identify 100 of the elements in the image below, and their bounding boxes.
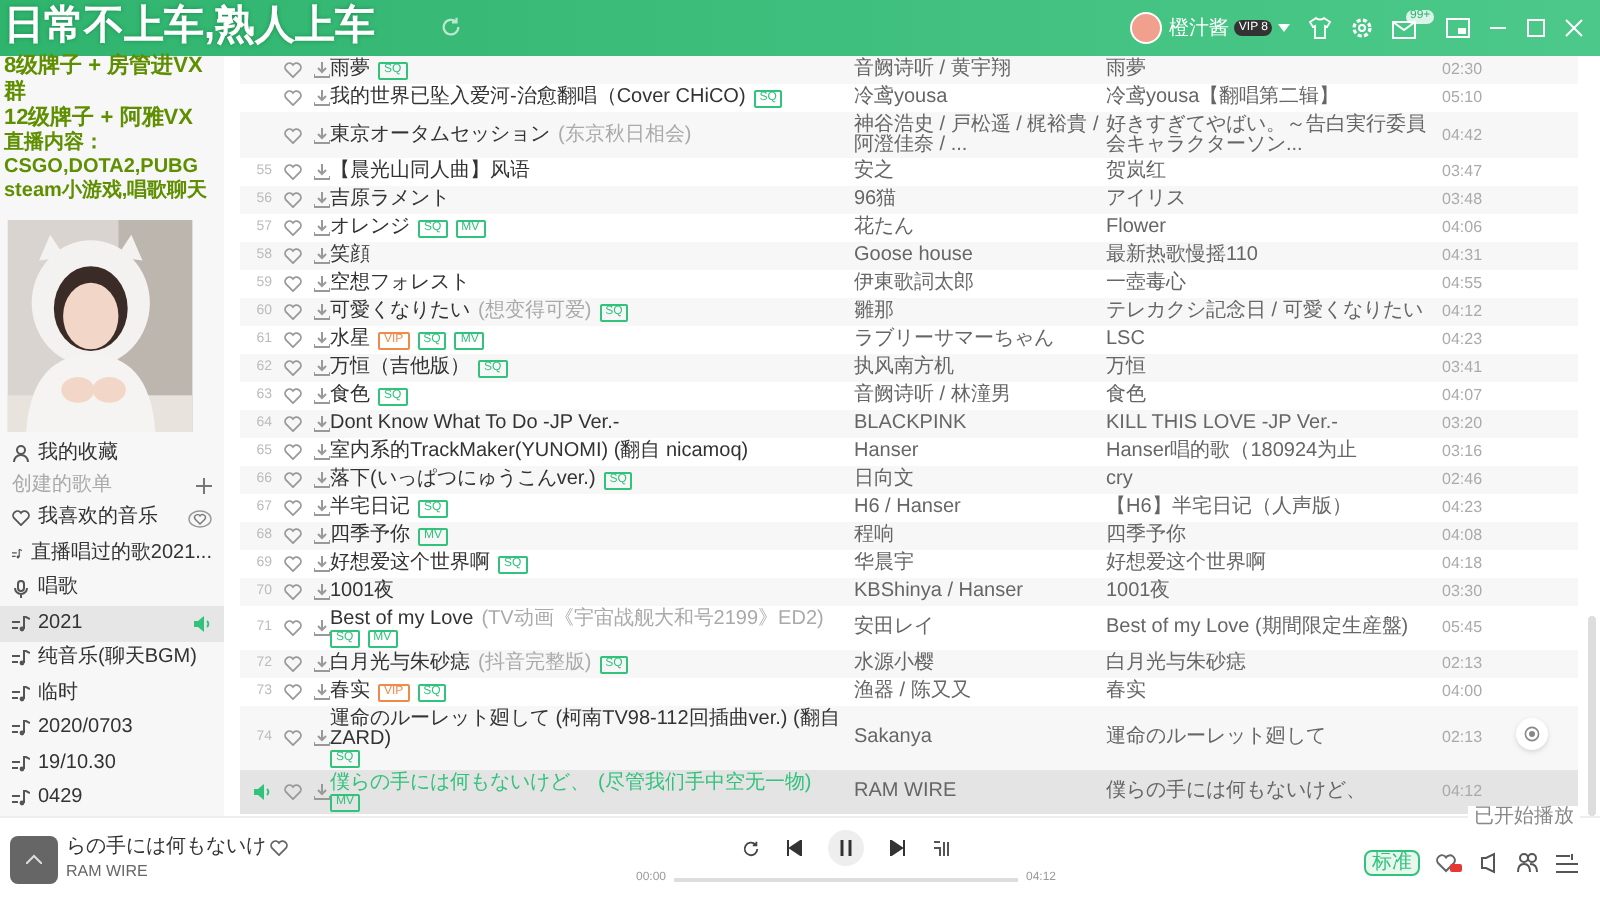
caret-icon[interactable]: [1278, 24, 1290, 32]
album-cell[interactable]: 雨夢: [1106, 60, 1442, 80]
download-icon[interactable]: [314, 528, 330, 544]
song-title[interactable]: 可愛くなりたい: [330, 302, 470, 322]
expand-icon[interactable]: [26, 854, 42, 864]
scrollbar[interactable]: [1588, 616, 1596, 816]
sidebar-item[interactable]: 2020/0703: [0, 711, 224, 746]
pause-button[interactable]: [828, 830, 864, 866]
heart-mode-icon[interactable]: [188, 509, 212, 528]
previous-icon[interactable]: [786, 840, 802, 856]
sidebar-item[interactable]: 2021: [0, 606, 224, 641]
singer-cell[interactable]: Goose house: [854, 246, 1106, 266]
singer-cell[interactable]: ラブリーサマーちゃん: [854, 330, 1106, 350]
song-title[interactable]: 【晨光山同人曲】风语: [330, 162, 530, 182]
playlist-icon[interactable]: [1556, 853, 1578, 873]
album-cell[interactable]: テレカクシ記念日 / 可愛くなりたい: [1106, 302, 1442, 322]
singer-cell[interactable]: KBShinya / Hanser: [854, 582, 1106, 602]
download-icon[interactable]: [314, 304, 330, 320]
song-title[interactable]: 半宅日记: [330, 498, 410, 518]
download-icon[interactable]: [314, 556, 330, 572]
download-icon[interactable]: [314, 500, 330, 516]
download-icon[interactable]: [314, 472, 330, 488]
mini-mode-icon[interactable]: [1446, 17, 1470, 39]
album-cell[interactable]: KILL THIS LOVE -JP Ver.-: [1106, 414, 1442, 434]
song-title[interactable]: 白月光与朱砂痣: [330, 654, 470, 674]
song-title[interactable]: 室内系的TrackMaker(YUNOMI) (翻自 nicamoq): [330, 442, 749, 462]
sidebar-item[interactable]: 纯音乐(聊天BGM): [0, 641, 224, 676]
mail-icon[interactable]: [1392, 17, 1416, 39]
album-cell[interactable]: アイリス: [1106, 190, 1442, 210]
singer-cell[interactable]: 日向文: [854, 470, 1106, 490]
maximize-icon[interactable]: [1526, 18, 1546, 38]
album-cell[interactable]: 一壺毒心: [1106, 274, 1442, 294]
song-title[interactable]: 我的世界已坠入爱河-治愈翻唱（Cover CHiCO): [330, 88, 746, 108]
album-cell[interactable]: 僕らの手には何もないけど、: [1106, 782, 1442, 802]
download-icon[interactable]: [314, 784, 330, 800]
singer-cell[interactable]: Sakanya: [854, 728, 1106, 748]
add-icon[interactable]: [196, 477, 212, 494]
heart-icon[interactable]: [284, 127, 302, 143]
shirt-icon[interactable]: [1308, 16, 1332, 40]
download-icon[interactable]: [314, 62, 330, 78]
album-cell[interactable]: 最新热歌慢摇110: [1106, 246, 1442, 266]
download-icon[interactable]: [314, 730, 330, 746]
singer-cell[interactable]: H6 / Hanser: [854, 498, 1106, 518]
sidebar-item[interactable]: 唱歌: [0, 571, 224, 606]
album-cell[interactable]: 【H6】半宅日记（人声版）: [1106, 498, 1442, 518]
song-title[interactable]: Best of my Love: [330, 609, 474, 629]
singer-cell[interactable]: BLACKPINK: [854, 414, 1106, 434]
song-title[interactable]: 落下(いっぱつにゅうこんver.): [330, 470, 596, 490]
album-cell[interactable]: 四季予你: [1106, 526, 1442, 546]
album-cell[interactable]: 好きすぎてやばい。～告白実行委員会キャラクターソン...: [1106, 115, 1442, 155]
song-title[interactable]: 吉原ラメント: [330, 190, 450, 210]
sidebar-item[interactable]: 直播唱过的歌2021...: [0, 536, 224, 571]
lyrics-icon[interactable]: [932, 839, 950, 857]
album-cell[interactable]: 食色: [1106, 386, 1442, 406]
album-cell[interactable]: Flower: [1106, 218, 1442, 238]
download-icon[interactable]: [314, 127, 330, 143]
close-icon[interactable]: [1564, 18, 1584, 38]
singer-cell[interactable]: 华晨宇: [854, 554, 1106, 574]
download-icon[interactable]: [314, 620, 330, 636]
download-icon[interactable]: [314, 90, 330, 106]
singer-cell[interactable]: 雛那: [854, 302, 1106, 322]
album-cell[interactable]: Hanser唱的歌（180924为止: [1106, 442, 1442, 462]
song-title[interactable]: 空想フォレスト: [330, 274, 470, 294]
album-cell[interactable]: 1001夜: [1106, 582, 1442, 602]
heart-icon[interactable]: [270, 840, 288, 856]
next-icon[interactable]: [890, 840, 906, 856]
download-icon[interactable]: [314, 248, 330, 264]
download-icon[interactable]: [314, 684, 330, 700]
song-title[interactable]: 運命のルーレット廻して (柯南TV98-112回插曲ver.) (翻自 ZARD): [330, 709, 846, 749]
album-cell[interactable]: 好想爱这个世界啊: [1106, 554, 1442, 574]
avatar[interactable]: [1130, 12, 1163, 44]
download-icon[interactable]: [314, 388, 330, 404]
singer-cell[interactable]: 音阙诗听 / 黄宇翔: [854, 60, 1106, 80]
download-icon[interactable]: [314, 276, 330, 292]
singer-cell[interactable]: 音阙诗听 / 林潼男: [854, 386, 1106, 406]
singer-cell[interactable]: 花たん: [854, 218, 1106, 238]
settings-icon[interactable]: [1350, 16, 1374, 40]
heart-icon[interactable]: [284, 730, 302, 746]
sidebar-item[interactable]: 我的收藏: [38, 443, 118, 464]
album-cell[interactable]: LSC: [1106, 330, 1442, 350]
song-title[interactable]: Dont Know What To Do -JP Ver.-: [330, 414, 620, 434]
song-title[interactable]: 雨夢: [330, 60, 370, 80]
heart-icon[interactable]: [284, 620, 302, 636]
download-icon[interactable]: [314, 656, 330, 672]
song-title[interactable]: オレンジ: [330, 218, 410, 238]
song-title[interactable]: 四季予你: [330, 526, 410, 546]
singer-cell[interactable]: 安之: [854, 162, 1106, 182]
album-cell[interactable]: 冷鸢yousa【翻唱第二辑】: [1106, 88, 1442, 108]
singer-cell[interactable]: Hanser: [854, 442, 1106, 462]
sidebar-item[interactable]: 0429: [0, 781, 224, 816]
singer-cell[interactable]: 神谷浩史 / 戸松遥 / 梶裕貴 / 阿澄佳奈 / ...: [854, 115, 1106, 155]
song-title[interactable]: 水星: [330, 330, 370, 350]
people-icon[interactable]: [1516, 852, 1540, 874]
album-cell[interactable]: cry: [1106, 470, 1442, 490]
download-icon[interactable]: [314, 220, 330, 236]
song-title[interactable]: 1001夜: [330, 582, 395, 602]
sidebar-item[interactable]: 我喜欢的音乐: [0, 501, 224, 536]
singer-cell[interactable]: 程响: [854, 526, 1106, 546]
song-title[interactable]: 東京オータムセッション: [330, 125, 550, 145]
singer-cell[interactable]: 渔器 / 陈又又: [854, 682, 1106, 702]
